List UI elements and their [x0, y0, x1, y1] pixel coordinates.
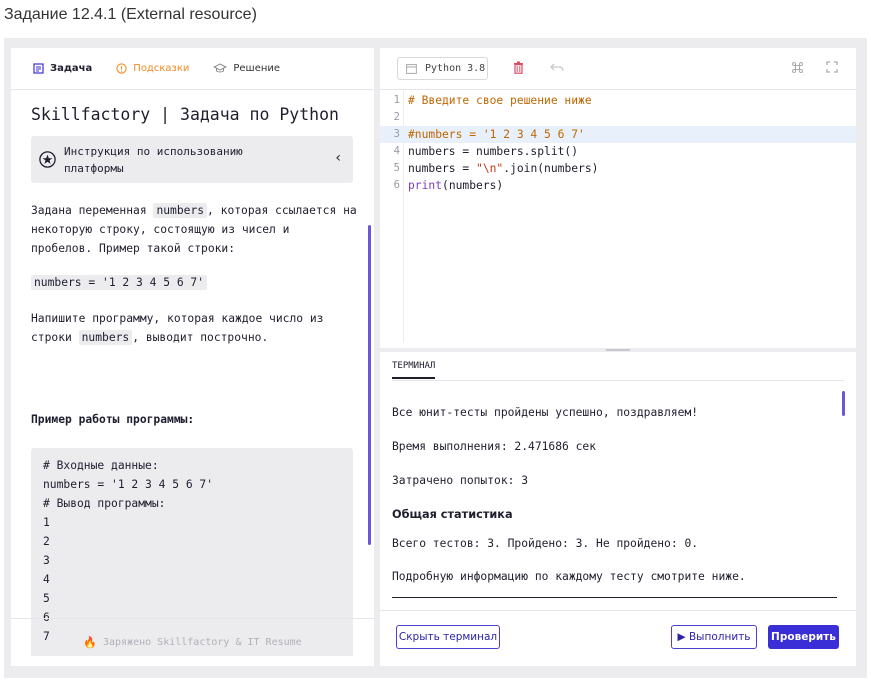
star-badge-icon: [39, 151, 56, 168]
window-icon: [406, 63, 417, 74]
task-scrollbar[interactable]: [368, 225, 371, 545]
code-line: 2: [43, 535, 50, 548]
command-icon[interactable]: [791, 61, 804, 74]
code-editor[interactable]: 1 # Введите свое решение ниже 2 3 #numbe…: [380, 91, 856, 343]
code-line: # Входные данные:: [43, 459, 159, 472]
terminal-exec-time: Время выполнения: 2.471686 сек: [392, 440, 597, 453]
tab-hints-label: Подсказки: [133, 63, 190, 74]
line-code: # Введите свое решение ниже: [408, 94, 592, 107]
instructions-accordion[interactable]: Инструкция по использованию платформы ‹: [31, 136, 353, 183]
trash-icon[interactable]: [513, 61, 524, 74]
editor-line: 4 numbers = numbers.split(): [380, 143, 856, 160]
editor-line: 5 numbers = "\n".join(numbers): [380, 160, 856, 177]
page-title: Задание 12.4.1 (External resource): [4, 6, 257, 23]
code-line: 1: [43, 516, 50, 529]
description-text: Задана переменная: [31, 204, 154, 217]
fullscreen-icon[interactable]: [826, 61, 838, 73]
description-text: некоторую строку, состоящую из чисел и: [31, 223, 290, 236]
run-button[interactable]: ▶ Выполнить: [671, 625, 757, 649]
terminal-details: Подробную информацию по каждому тесту см…: [392, 570, 746, 583]
description-text: пробелов. Пример такой строки:: [31, 242, 236, 255]
tab-terminal[interactable]: ТЕРМИНАЛ: [392, 361, 436, 379]
powered-by-text: Заряжено Skillfactory & IT Resume: [103, 637, 302, 648]
inline-code: numbers = '1 2 3 4 5 6 7': [31, 275, 208, 290]
editor-line: 6 print(numbers): [380, 177, 856, 194]
task-panel: Задача Подсказки Решение Skillfactory | …: [11, 48, 374, 666]
editor-line: 2: [380, 109, 856, 126]
language-selector[interactable]: Python 3.8: [397, 57, 488, 80]
editor-footer: Скрыть терминал ▶ Выполнить Проверить: [380, 610, 856, 666]
info-icon: [116, 63, 127, 74]
editor-toolbar: Python 3.8: [380, 48, 856, 90]
task-title: Skillfactory | Задача по Python: [31, 105, 339, 124]
example-heading: Пример работы программы:: [31, 413, 195, 426]
tab-task[interactable]: Задача: [33, 63, 92, 74]
task-tabs: Задача Подсказки Решение: [11, 48, 374, 90]
terminal-scrollbar[interactable]: [842, 391, 845, 416]
line-number: 2: [393, 111, 400, 123]
line-code: numbers = "\n".join(numbers): [408, 160, 598, 177]
inline-code: numbers: [78, 330, 133, 345]
undo-icon[interactable]: [550, 63, 564, 72]
instructions-label-line2: платформы: [64, 161, 124, 175]
string-token: "\n": [476, 162, 504, 175]
line-number: 3: [393, 128, 400, 140]
code-line: 5: [43, 592, 50, 605]
fire-icon: 🔥: [83, 636, 97, 649]
task-content[interactable]: Skillfactory | Задача по Python Инструкц…: [11, 91, 374, 656]
graduation-cap-icon: [213, 63, 228, 73]
terminal-attempts: Затрачено попыток: 3: [392, 474, 529, 487]
line-code: numbers = numbers.split(): [408, 145, 579, 158]
tab-task-label: Задача: [50, 63, 93, 74]
code-line: numbers = '1 2 3 4 5 6 7': [43, 478, 214, 491]
splitter-grip[interactable]: [606, 349, 630, 351]
code-line: 4: [43, 573, 50, 586]
code-line: # Вывод программы:: [43, 497, 166, 510]
hide-terminal-button[interactable]: Скрыть терминал: [396, 625, 500, 649]
line-number: 6: [393, 179, 400, 191]
tab-solution-label: Решение: [233, 63, 281, 74]
statement-text: строки: [31, 331, 79, 344]
editor-line: 1 # Введите свое решение ниже: [380, 92, 856, 109]
tab-solution[interactable]: Решение: [213, 63, 280, 74]
code-line: 3: [43, 554, 50, 567]
line-code: #numbers = '1 2 3 4 5 6 7': [408, 128, 585, 141]
instructions-label-line1: Инструкция по использованию: [64, 144, 243, 158]
code-token: .join(numbers): [503, 162, 599, 175]
editor-line-active: 3 #numbers = '1 2 3 4 5 6 7': [380, 126, 856, 143]
terminal-success-line: Все юнит-тесты пройдены успешно, поздрав…: [392, 406, 699, 419]
language-label: Python 3.8: [425, 63, 486, 74]
description-text: , которая ссылается на: [207, 204, 357, 217]
terminal-stats-heading: Общая статистика: [392, 508, 513, 521]
keyword-token: print: [408, 179, 443, 192]
line-number: 1: [393, 94, 400, 106]
statement-text: , выводит построчно.: [132, 331, 269, 344]
task-description: Задана переменная numbers, которая ссыла…: [31, 201, 361, 258]
task-statement: Напишите программу, которая каждое число…: [31, 309, 361, 347]
line-code: print(numbers): [408, 177, 503, 194]
terminal-divider: [392, 597, 837, 598]
tab-hints[interactable]: Подсказки: [116, 63, 189, 74]
line-number: 4: [393, 145, 400, 157]
code-token: (numbers): [442, 179, 504, 192]
check-button[interactable]: Проверить: [768, 625, 839, 649]
editor-panel: Python 3.8 1 # Введите свое решение ниже…: [380, 48, 856, 666]
editor-terminal-splitter[interactable]: [380, 348, 856, 352]
line-number: 5: [393, 162, 400, 174]
inline-code: numbers: [153, 203, 208, 218]
example-string: numbers = '1 2 3 4 5 6 7': [31, 273, 361, 292]
terminal-stats: Всего тестов: 3. Пройдено: 3. Не пройден…: [392, 537, 699, 550]
chevron-left-icon: ‹: [335, 150, 341, 166]
statement-text: Напишите программу, которая каждое число…: [31, 312, 324, 325]
document-icon: [33, 63, 44, 74]
code-token: numbers =: [408, 162, 477, 175]
powered-by-footer: 🔥 Заряжено Skillfactory & IT Resume: [11, 618, 374, 666]
terminal-tab-divider: [392, 380, 844, 381]
